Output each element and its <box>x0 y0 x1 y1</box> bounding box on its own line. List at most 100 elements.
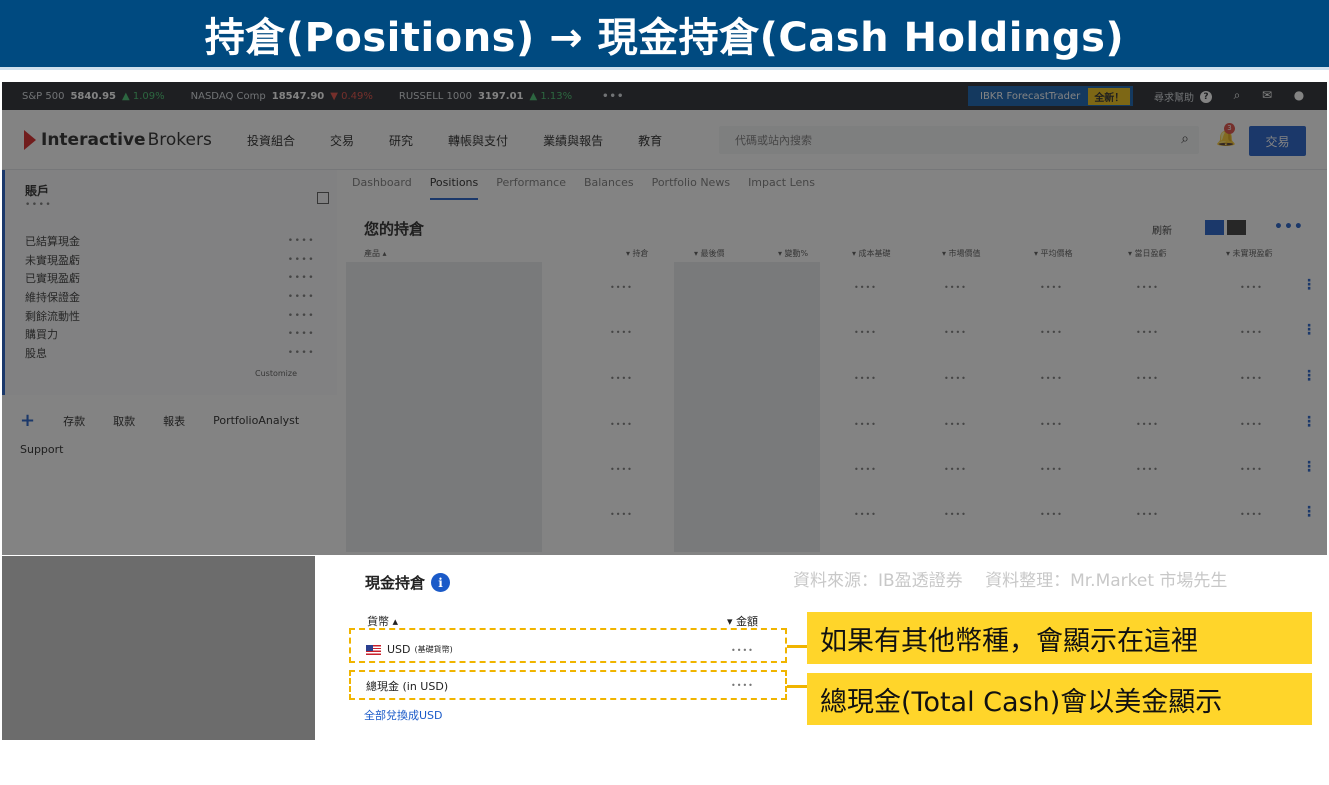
site-search-input[interactable]: 代碼或站內搜索 ⌕ <box>719 126 1199 154</box>
convert-all-to-usd-link[interactable]: 全部兌換成USD <box>364 707 443 723</box>
row-menu-icon[interactable]: ⋮ <box>1302 459 1316 475</box>
cell-masked: •••• <box>854 374 877 383</box>
nav-link-portfolio[interactable]: 投資組合 <box>247 132 295 149</box>
total-cash-label: 總現金 (in USD) <box>366 680 449 693</box>
currency-column-header[interactable]: 貨幣 ▴ <box>367 613 398 629</box>
column-header[interactable]: ▾ 平均價格 <box>1034 248 1073 259</box>
row-menu-icon[interactable]: ⋮ <box>1302 322 1316 338</box>
metric-label: 剩餘流動性 <box>25 309 80 323</box>
ticker-item[interactable]: RUSSELL 1000 3197.01 ▲ 1.13% <box>399 91 572 102</box>
tab-impact-lens[interactable]: Impact Lens <box>748 176 815 200</box>
cell-masked: •••• <box>1040 328 1063 337</box>
column-header[interactable]: 產品 ▴ <box>364 248 387 259</box>
more-options-icon[interactable]: ••• <box>1274 219 1304 235</box>
metric-row: 已實現盈虧 •••• <box>25 269 315 288</box>
search-icon[interactable]: ⌕ <box>1230 88 1244 102</box>
logo-mark-icon <box>24 130 36 150</box>
row-menu-icon[interactable]: ⋮ <box>1302 368 1316 384</box>
logo-text-a: Interactive <box>41 130 146 150</box>
ticker-change: ▼ 0.49% <box>330 90 373 102</box>
cell-masked: •••• <box>610 510 633 519</box>
nav-link-transfer[interactable]: 轉帳與支付 <box>448 132 508 149</box>
callout-connector <box>787 645 809 648</box>
column-header[interactable]: ▾ 市場價值 <box>942 248 981 259</box>
metric-row: 股息 •••• <box>25 344 315 363</box>
nav-link-trade[interactable]: 交易 <box>330 132 354 149</box>
cell-masked: •••• <box>1240 465 1263 474</box>
customize-link[interactable]: Customize <box>255 369 297 378</box>
row-menu-icon[interactable]: ⋮ <box>1302 277 1316 293</box>
collapse-panel-icon[interactable] <box>317 192 329 204</box>
refresh-button[interactable]: 刷新 <box>1152 222 1172 237</box>
amount-column-header[interactable]: ▾ 金額 <box>727 613 758 629</box>
metric-label: 購買力 <box>25 328 58 342</box>
statements-link[interactable]: 報表 <box>163 413 185 429</box>
column-header[interactable]: ▾ 變動% <box>778 248 808 259</box>
nav-link-research[interactable]: 研究 <box>389 132 413 149</box>
deposit-link[interactable]: 存款 <box>63 413 85 429</box>
trade-button[interactable]: 交易 <box>1249 126 1306 156</box>
column-header[interactable]: ▾ 持倉 <box>626 248 649 259</box>
nav-link-reports[interactable]: 業績與報告 <box>543 132 603 149</box>
mail-icon[interactable]: ✉ <box>1260 88 1274 102</box>
column-header[interactable]: ▾ 未實現盈虧 <box>1226 248 1273 259</box>
info-icon[interactable]: i <box>431 573 451 592</box>
metric-value: •••• <box>287 310 315 321</box>
position-row[interactable]: •••• •••• •••• •••• •••• •••• ⋮ <box>344 447 1327 493</box>
cash-holdings-title: 現金持倉 i <box>365 572 451 593</box>
ticker-value: 3197.01 <box>477 90 524 102</box>
tab-dashboard[interactable]: Dashboard <box>352 176 412 200</box>
tab-positions[interactable]: Positions <box>429 176 479 200</box>
cell-masked: •••• <box>944 465 967 474</box>
position-row[interactable]: •••• •••• •••• •••• •••• •••• ⋮ <box>344 492 1327 538</box>
portfolio-analyst-link[interactable]: PortfolioAnalyst <box>213 414 299 427</box>
cell-masked: •••• <box>944 283 967 292</box>
view-grid-button[interactable] <box>1227 220 1246 235</box>
cell-masked: •••• <box>854 510 877 519</box>
ticker-item[interactable]: NASDAQ Comp 18547.90 ▼ 0.49% <box>191 91 373 102</box>
total-cash-row[interactable]: 總現金 (in USD) <box>366 678 448 694</box>
cell-masked: •••• <box>854 328 877 337</box>
cell-masked: •••• <box>1136 420 1159 429</box>
metric-value: •••• <box>287 236 315 247</box>
column-header[interactable]: ▾ 最後價 <box>694 248 725 259</box>
position-row[interactable]: •••• •••• •••• •••• •••• •••• ⋮ <box>344 402 1327 448</box>
add-icon[interactable]: + <box>20 410 35 431</box>
view-toggle <box>1205 220 1246 235</box>
forecast-trader-label: IBKR ForecastTrader <box>980 90 1081 102</box>
tab-performance[interactable]: Performance <box>496 176 566 200</box>
position-row[interactable]: •••• •••• •••• •••• •••• •••• ⋮ <box>344 265 1327 311</box>
currency-row-usd[interactable]: USD (基礎貨幣) <box>366 643 453 656</box>
ticker-value: 5840.95 <box>70 90 116 102</box>
nav-link-education[interactable]: 教育 <box>638 132 662 149</box>
cell-masked: •••• <box>1040 465 1063 474</box>
withdraw-link[interactable]: 取款 <box>113 413 135 429</box>
row-menu-icon[interactable]: ⋮ <box>1302 414 1316 430</box>
cell-masked: •••• <box>1040 374 1063 383</box>
search-icon[interactable]: ⌕ <box>1181 131 1189 147</box>
help-link[interactable]: 尋求幫助 ? <box>1154 89 1212 104</box>
column-header[interactable]: ▾ 成本基礎 <box>852 248 891 259</box>
support-link[interactable]: Support <box>20 443 63 456</box>
notification-bell-icon[interactable]: 🔔 3 <box>1216 123 1236 147</box>
row-menu-icon[interactable]: ⋮ <box>1302 504 1316 520</box>
column-header[interactable]: ▾ 當日盈虧 <box>1128 248 1167 259</box>
position-row[interactable]: •••• •••• •••• •••• •••• •••• ⋮ <box>344 356 1327 402</box>
page-content: 賬戶 •••• 已結算現金 •••• 未實現盈虧 •••• 已實現盈虧 •••• 維持… <box>2 170 1327 555</box>
ticker-more-button[interactable]: ••• <box>602 91 624 102</box>
positions-main: Dashboard Positions Performance Balances… <box>344 170 1327 555</box>
tab-portfolio-news[interactable]: Portfolio News <box>652 176 730 200</box>
account-summary-panel: 賬戶 •••• 已結算現金 •••• 未實現盈虧 •••• 已實現盈虧 •••• 維持… <box>2 170 337 395</box>
view-list-button[interactable] <box>1205 220 1224 235</box>
cell-masked: •••• <box>1240 510 1263 519</box>
metric-label: 維持保證金 <box>25 291 80 305</box>
metric-label: 已實現盈虧 <box>25 272 80 286</box>
ticker-item[interactable]: S&P 500 5840.95 ▲ 1.09% <box>22 91 165 102</box>
tab-balances[interactable]: Balances <box>584 176 634 200</box>
position-row[interactable]: •••• •••• •••• •••• •••• •••• ⋮ <box>344 310 1327 356</box>
cell-masked: •••• <box>944 510 967 519</box>
interactive-brokers-logo[interactable]: Interactive Brokers <box>24 130 212 150</box>
ibkr-app-window: S&P 500 5840.95 ▲ 1.09% NASDAQ Comp 1854… <box>2 82 1327 555</box>
user-icon[interactable]: ● <box>1292 88 1306 102</box>
forecast-trader-banner[interactable]: IBKR ForecastTrader 全新！ <box>968 86 1133 106</box>
